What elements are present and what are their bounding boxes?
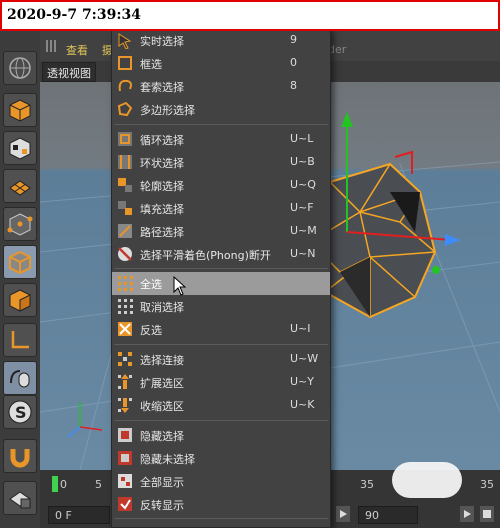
hide-selected-icon bbox=[118, 428, 132, 442]
menu-separator bbox=[114, 124, 328, 125]
record-button[interactable] bbox=[480, 506, 494, 522]
selection-context-menu: 实时选择 9 框选 0 套索选择 8 多边形选择 循环选择 U~L 环状选择 U… bbox=[111, 27, 331, 528]
model-mode-button[interactable] bbox=[3, 93, 37, 127]
menu-item-unhide-all[interactable]: 全部显示 bbox=[112, 470, 330, 493]
tick-35-right: 35 bbox=[480, 478, 494, 491]
time-slider-handle[interactable] bbox=[52, 476, 58, 492]
globe-icon bbox=[9, 57, 31, 79]
hide-unselected-icon bbox=[118, 451, 132, 465]
frame-field[interactable]: 0 F bbox=[48, 506, 110, 524]
checker-cube-icon bbox=[9, 137, 31, 160]
next-button[interactable] bbox=[460, 506, 474, 522]
invert-selection-icon bbox=[118, 322, 132, 336]
ring-selection-icon bbox=[118, 155, 132, 169]
timestamp-bar: 2020-9-7 7:39:34 bbox=[0, 0, 500, 31]
snap-button[interactable]: S bbox=[3, 395, 37, 429]
menu-separator bbox=[114, 268, 328, 269]
menu-separator bbox=[114, 518, 328, 519]
menu-item-hide-selected[interactable]: 隐藏选择 bbox=[112, 424, 330, 447]
edges-cube-icon bbox=[9, 250, 31, 275]
mouse-icon bbox=[10, 370, 30, 388]
axis-icon bbox=[11, 331, 29, 349]
tick-35: 35 bbox=[360, 478, 374, 491]
menu-item-path-selection[interactable]: 路径选择 U~M bbox=[112, 220, 330, 243]
grow-selection-icon bbox=[118, 374, 132, 389]
magnet-button[interactable] bbox=[3, 439, 37, 473]
phong-break-icon bbox=[118, 247, 132, 261]
texture-mode-button[interactable] bbox=[3, 131, 37, 165]
select-all-icon bbox=[118, 276, 133, 291]
lock-grid-icon bbox=[9, 491, 31, 509]
menu-separator bbox=[114, 420, 328, 421]
menu-item-deselect[interactable]: 取消选择 bbox=[112, 295, 330, 318]
globe-tool-button[interactable] bbox=[3, 51, 37, 85]
deselect-icon bbox=[118, 299, 133, 314]
play-forward-icon bbox=[464, 510, 471, 518]
lock-grid-button[interactable] bbox=[3, 481, 37, 515]
watermark-blob bbox=[392, 462, 462, 498]
fill-selection-icon bbox=[118, 201, 132, 215]
rectangle-selection-icon bbox=[118, 56, 132, 70]
menu-item-select-all[interactable]: 全选 bbox=[112, 272, 330, 295]
outline-selection-icon bbox=[118, 178, 132, 192]
menu-item-ring-selection[interactable]: 环状选择 U~B bbox=[112, 151, 330, 174]
edges-mode-button[interactable] bbox=[3, 245, 37, 279]
end-frame-field[interactable]: 90 bbox=[358, 506, 418, 524]
polygons-cube-icon bbox=[9, 289, 31, 312]
axis-mode-button[interactable] bbox=[3, 323, 37, 357]
tweak-mode-button[interactable] bbox=[3, 361, 37, 395]
record-icon bbox=[483, 510, 491, 518]
shrink-selection-icon bbox=[118, 398, 132, 413]
unhide-all-icon bbox=[118, 474, 132, 488]
cube-icon bbox=[9, 99, 31, 122]
polygons-mode-button[interactable] bbox=[3, 283, 37, 317]
menu-item-grow-selection[interactable]: 扩展选区 U~Y bbox=[112, 371, 330, 394]
workplane-button[interactable] bbox=[3, 169, 37, 203]
loop-selection-icon bbox=[118, 132, 132, 146]
snap-s-icon: S bbox=[8, 400, 32, 424]
viewport-title: 透视视图 bbox=[42, 62, 96, 82]
tick-5: 5 bbox=[95, 478, 102, 491]
menu-item-polygon-selection[interactable]: 多边形选择 bbox=[112, 98, 330, 121]
menu-item-rectangle-selection[interactable]: 框选 0 bbox=[112, 52, 330, 75]
invert-visibility-icon bbox=[118, 497, 132, 511]
menu-item-shrink-selection[interactable]: 收缩选区 U~K bbox=[112, 394, 330, 417]
menu-item-fill-selection[interactable]: 填充选择 U~F bbox=[112, 197, 330, 220]
menu-separator bbox=[114, 344, 328, 345]
timestamp-text: 2020-9-7 7:39:34 bbox=[7, 7, 141, 23]
menu-item-live-selection[interactable]: 实时选择 9 bbox=[112, 29, 330, 52]
polygon-selection-icon bbox=[117, 101, 133, 117]
select-connected-icon bbox=[118, 352, 132, 366]
menu-item-invert-visibility[interactable]: 反转显示 bbox=[112, 493, 330, 516]
menu-item-invert-selection[interactable]: 反选 U~I bbox=[112, 318, 330, 341]
svg-text:S: S bbox=[15, 403, 27, 422]
menu-view[interactable]: 查看 bbox=[66, 42, 88, 58]
mouse-cursor-icon bbox=[173, 276, 187, 296]
grid-plane-icon bbox=[9, 180, 31, 196]
play-icon bbox=[340, 510, 347, 518]
menu-item-loop-selection[interactable]: 循环选择 U~L bbox=[112, 128, 330, 151]
live-selection-icon bbox=[118, 33, 132, 49]
play-button[interactable] bbox=[336, 506, 350, 522]
magnet-icon bbox=[10, 449, 30, 468]
points-mode-button[interactable] bbox=[3, 207, 37, 241]
menu-item-lasso-selection[interactable]: 套索选择 8 bbox=[112, 75, 330, 98]
path-selection-icon bbox=[118, 224, 132, 238]
left-toolbar: S bbox=[0, 31, 40, 528]
menu-item-hide-unselected[interactable]: 隐藏未选择 bbox=[112, 447, 330, 470]
menu-item-phong-break[interactable]: 选择平滑着色(Phong)断开 U~N bbox=[112, 243, 330, 266]
tick-0: 0 bbox=[60, 478, 67, 491]
grip-icon bbox=[46, 40, 58, 52]
points-cube-icon bbox=[7, 213, 33, 236]
menu-item-outline-selection[interactable]: 轮廓选择 U~Q bbox=[112, 174, 330, 197]
lasso-selection-icon bbox=[118, 79, 132, 92]
menu-item-select-connected[interactable]: 选择连接 U~W bbox=[112, 348, 330, 371]
